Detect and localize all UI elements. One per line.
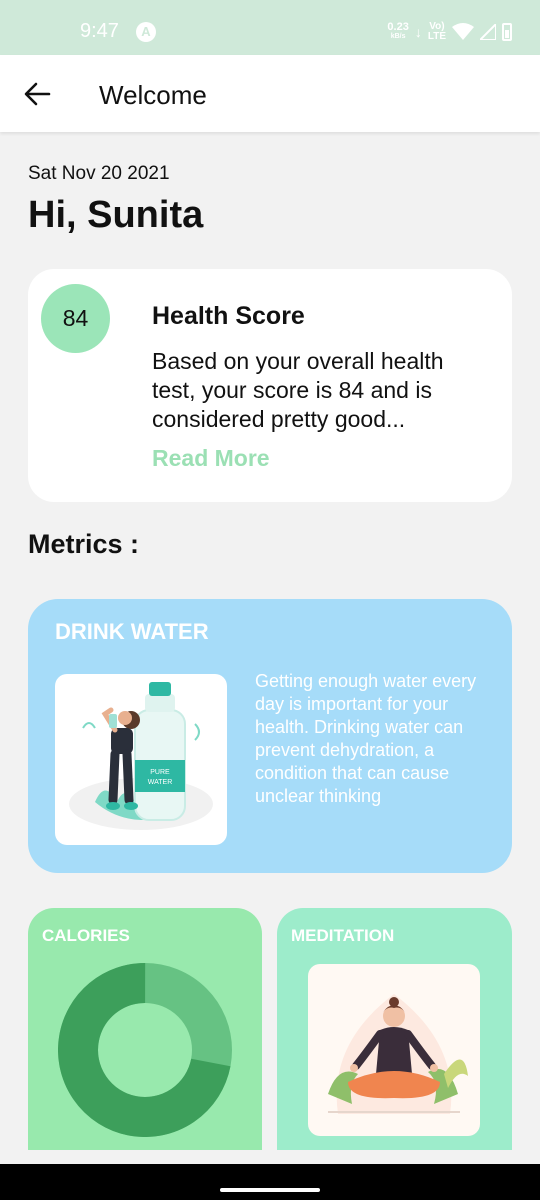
drink-water-card[interactable]: DRINK WATER PURE WATER Getting enough wa… [28,599,512,873]
svg-text:WATER: WATER [148,779,173,786]
calories-title: CALORIES [42,926,130,945]
score-badge: 84 [41,284,110,353]
status-icons: 0.23 kB/s ↓ Vo) LTE [387,22,512,42]
page-title: Welcome [99,80,207,110]
drink-water-description: Getting enough water every day is import… [255,671,477,806]
water-illustration: PURE WATER [55,674,227,845]
status-time: 9:47 [80,20,119,42]
home-gesture-bar[interactable] [220,1188,320,1192]
calories-card[interactable]: CALORIES [28,908,262,1150]
meditation-illustration [308,964,480,1136]
signal-icon [480,24,496,40]
calories-donut-chart [58,963,232,1137]
drink-water-title: DRINK WATER [55,619,209,644]
volte-icon: Vo) LTE [427,21,446,42]
greeting: Hi, Sunita [28,194,204,236]
download-arrow-icon: ↓ [414,24,422,40]
svg-text:PURE: PURE [150,769,170,776]
status-bar: 9:47 A 0.23 kB/s ↓ Vo) LTE [0,0,540,55]
health-score-description: Based on your overall health test, your … [152,348,444,432]
date-text: Sat Nov 20 2021 [28,163,170,184]
system-nav-bar [0,1164,540,1200]
app-bar: Welcome [0,55,540,132]
meditation-card[interactable]: MEDITATION [277,908,512,1150]
battery-icon [502,23,512,41]
wifi-icon [452,23,474,40]
read-more-link[interactable]: Read More [152,445,270,472]
health-score-title: Health Score [152,302,305,330]
metrics-heading: Metrics : [28,529,140,559]
meditation-title: MEDITATION [291,926,395,945]
back-arrow-icon[interactable] [22,79,52,109]
net-speed-indicator: 0.23 kB/s [387,21,409,41]
health-score-card: 84 Health Score Based on your overall he… [28,269,512,502]
app-notification-icon: A [136,22,156,42]
